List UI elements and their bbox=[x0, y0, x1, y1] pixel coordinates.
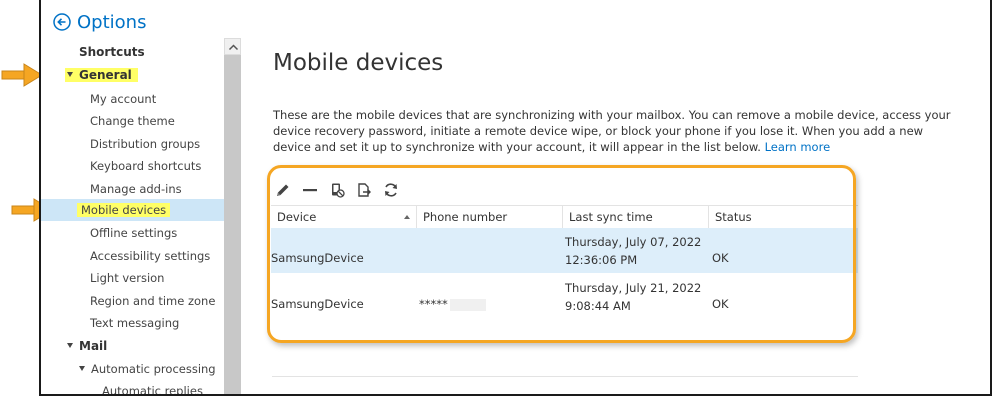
sidebar-item-automatic-processing-label: Automatic processing bbox=[91, 362, 216, 376]
column-header-phone-number[interactable]: Phone number bbox=[417, 206, 563, 229]
column-header-last-sync-time[interactable]: Last sync time bbox=[563, 206, 709, 229]
sidebar-item-automatic-replies[interactable]: Automatic replies bbox=[102, 380, 203, 394]
sidebar-category-shortcuts[interactable]: Shortcuts bbox=[79, 41, 145, 63]
sidebar-item-light-version[interactable]: Light version bbox=[90, 267, 164, 289]
cell-device: SamsungDevice bbox=[271, 251, 364, 265]
page-description: These are the mobile devices that are sy… bbox=[273, 107, 963, 155]
expand-triangle-icon bbox=[79, 366, 85, 371]
sidebar-item-region-and-time-zone[interactable]: Region and time zone bbox=[90, 290, 215, 312]
redaction-bar bbox=[449, 298, 486, 311]
device-toolbar bbox=[275, 180, 399, 200]
column-header-status[interactable]: Status bbox=[709, 206, 858, 229]
cell-status: OK bbox=[712, 297, 729, 311]
sidebar-item-accessibility-settings[interactable]: Accessibility settings bbox=[90, 245, 210, 267]
cell-device: SamsungDevice bbox=[271, 297, 364, 311]
sidebar-item-mobile-devices-label: Mobile devices bbox=[77, 203, 171, 217]
options-window: Options Shortcuts General My account Cha… bbox=[39, 0, 992, 396]
sidebar-category-general[interactable]: General bbox=[65, 64, 138, 86]
cell-phone-number: ***** bbox=[419, 295, 486, 313]
cell-last-sync-time: Thursday, July 21, 2022 9:08:44 AM bbox=[565, 279, 701, 315]
cell-phone-masked: ***** bbox=[419, 297, 448, 311]
sidebar-item-my-account[interactable]: My account bbox=[90, 88, 156, 110]
main-content: Mobile devices These are the mobile devi… bbox=[271, 0, 990, 394]
annotation-arrow-general bbox=[1, 63, 43, 87]
content-divider bbox=[272, 376, 858, 377]
sidebar-scrollbar[interactable] bbox=[224, 38, 241, 394]
sidebar-item-keyboard-shortcuts[interactable]: Keyboard shortcuts bbox=[90, 155, 201, 177]
sidebar-item-text-messaging[interactable]: Text messaging bbox=[90, 312, 179, 334]
sort-ascending-icon bbox=[404, 215, 410, 219]
expand-triangle-icon bbox=[67, 72, 73, 77]
sidebar-category-general-label: General bbox=[79, 68, 132, 82]
scroll-up-button[interactable] bbox=[224, 38, 241, 55]
block-icon[interactable] bbox=[329, 182, 345, 198]
description-text: These are the mobile devices that are sy… bbox=[273, 108, 951, 154]
chevron-up-icon bbox=[228, 44, 239, 51]
cell-last-sync-time: Thursday, July 07, 2022 12:36:06 PM bbox=[565, 233, 701, 269]
page-title: Mobile devices bbox=[273, 50, 444, 76]
back-arrow-icon[interactable] bbox=[53, 13, 71, 31]
remove-icon[interactable] bbox=[302, 182, 318, 198]
edit-icon[interactable] bbox=[275, 182, 291, 198]
sidebar-item-offline-settings[interactable]: Offline settings bbox=[90, 222, 177, 244]
table-header: Device Phone number Last sync time Statu… bbox=[271, 205, 858, 230]
sidebar-item-manage-add-ins[interactable]: Manage add-ins bbox=[90, 178, 182, 200]
expand-triangle-icon bbox=[67, 343, 73, 348]
cell-sync-date: Thursday, July 07, 2022 bbox=[565, 235, 702, 249]
export-icon[interactable] bbox=[356, 182, 372, 198]
sidebar-item-mobile-devices[interactable]: Mobile devices bbox=[41, 199, 225, 221]
sidebar-category-mail-label: Mail bbox=[79, 339, 108, 353]
sidebar-item-automatic-processing[interactable]: Automatic processing bbox=[79, 358, 216, 380]
cell-sync-time: 9:08:44 AM bbox=[565, 299, 631, 313]
refresh-icon[interactable] bbox=[383, 182, 399, 198]
options-title: Options bbox=[77, 11, 147, 33]
learn-more-link[interactable]: Learn more bbox=[765, 140, 831, 154]
table-row[interactable]: SamsungDevice Thursday, July 07, 2022 12… bbox=[271, 228, 858, 273]
sidebar-category-mail[interactable]: Mail bbox=[67, 335, 107, 357]
sidebar-item-distribution-groups[interactable]: Distribution groups bbox=[90, 133, 200, 155]
column-header-device-label: Device bbox=[277, 210, 317, 224]
options-header: Options bbox=[53, 10, 146, 34]
table-row[interactable]: SamsungDevice ***** Thursday, July 21, 2… bbox=[271, 274, 858, 319]
cell-sync-time: 12:36:06 PM bbox=[565, 253, 638, 267]
options-sidebar: Shortcuts General My account Change them… bbox=[41, 38, 241, 394]
cell-status: OK bbox=[712, 251, 729, 265]
column-header-device[interactable]: Device bbox=[271, 206, 417, 229]
cell-sync-date: Thursday, July 21, 2022 bbox=[565, 281, 702, 295]
sidebar-item-change-theme[interactable]: Change theme bbox=[90, 110, 175, 132]
